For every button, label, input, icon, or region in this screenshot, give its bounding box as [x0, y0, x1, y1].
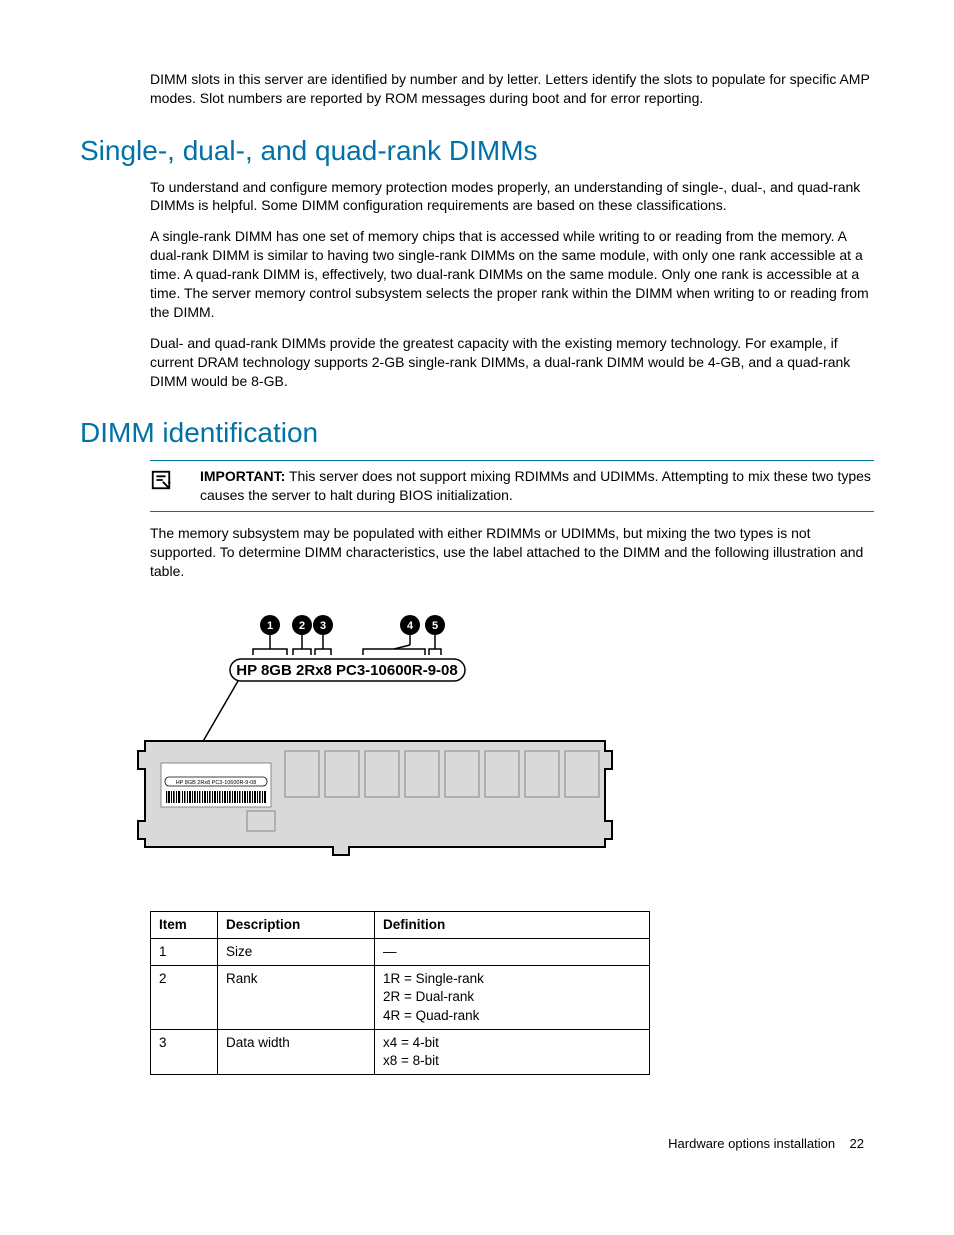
th-definition: Definition: [375, 911, 650, 938]
cell-item: 1: [151, 938, 218, 965]
cell-desc: Size: [218, 938, 375, 965]
para-ranks-2: A single-rank DIMM has one set of memory…: [150, 227, 874, 321]
table-row: 2 Rank 1R = Single-rank 2R = Dual-rank 4…: [151, 966, 650, 1030]
cell-def: 1R = Single-rank 2R = Dual-rank 4R = Qua…: [375, 966, 650, 1030]
callout-2: 2: [299, 620, 305, 632]
para-ident-1: The memory subsystem may be populated wi…: [150, 524, 874, 581]
table-row: 1 Size —: [151, 938, 650, 965]
callout-1: 1: [267, 620, 273, 632]
callout-5: 5: [432, 620, 438, 632]
table-row: 3 Data width x4 = 4-bit x8 = 8-bit: [151, 1029, 650, 1074]
cell-item: 3: [151, 1029, 218, 1074]
para-ranks-3: Dual- and quad-rank DIMMs provide the gr…: [150, 334, 874, 391]
definition-table: Item Description Definition 1 Size — 2 R…: [150, 911, 650, 1076]
dimm-sticker-text: HP 8GB 2Rx8 PC3-10600R-9-08: [176, 780, 257, 786]
th-description: Description: [218, 911, 375, 938]
cell-def: —: [375, 938, 650, 965]
page-footer: Hardware options installation 22: [80, 1135, 874, 1153]
important-icon: [150, 474, 172, 496]
intro-paragraph: DIMM slots in this server are identified…: [150, 70, 874, 108]
cell-desc: Data width: [218, 1029, 375, 1074]
dimm-label-text: HP 8GB 2Rx8 PC3-10600R-9-08: [236, 662, 458, 679]
footer-section: Hardware options installation: [668, 1136, 835, 1151]
callout-4: 4: [407, 620, 414, 632]
important-callout: IMPORTANT: This server does not support …: [150, 460, 874, 512]
callout-3: 3: [320, 620, 326, 632]
heading-ranks: Single-, dual-, and quad-rank DIMMs: [80, 132, 874, 170]
th-item: Item: [151, 911, 218, 938]
footer-page-number: 22: [850, 1136, 864, 1151]
heading-identification: DIMM identification: [80, 414, 874, 452]
important-text: This server does not support mixing RDIM…: [200, 468, 871, 503]
important-label: IMPORTANT:: [200, 468, 285, 484]
cell-def: x4 = 4-bit x8 = 8-bit: [375, 1029, 650, 1074]
table-header-row: Item Description Definition: [151, 911, 650, 938]
cell-desc: Rank: [218, 966, 375, 1030]
cell-item: 2: [151, 966, 218, 1030]
para-ranks-1: To understand and configure memory prote…: [150, 178, 874, 216]
dimm-figure: 1 2 3 4 5 HP 8GB 2Rx8 PC3-10600R-9-08 HP…: [135, 611, 874, 881]
